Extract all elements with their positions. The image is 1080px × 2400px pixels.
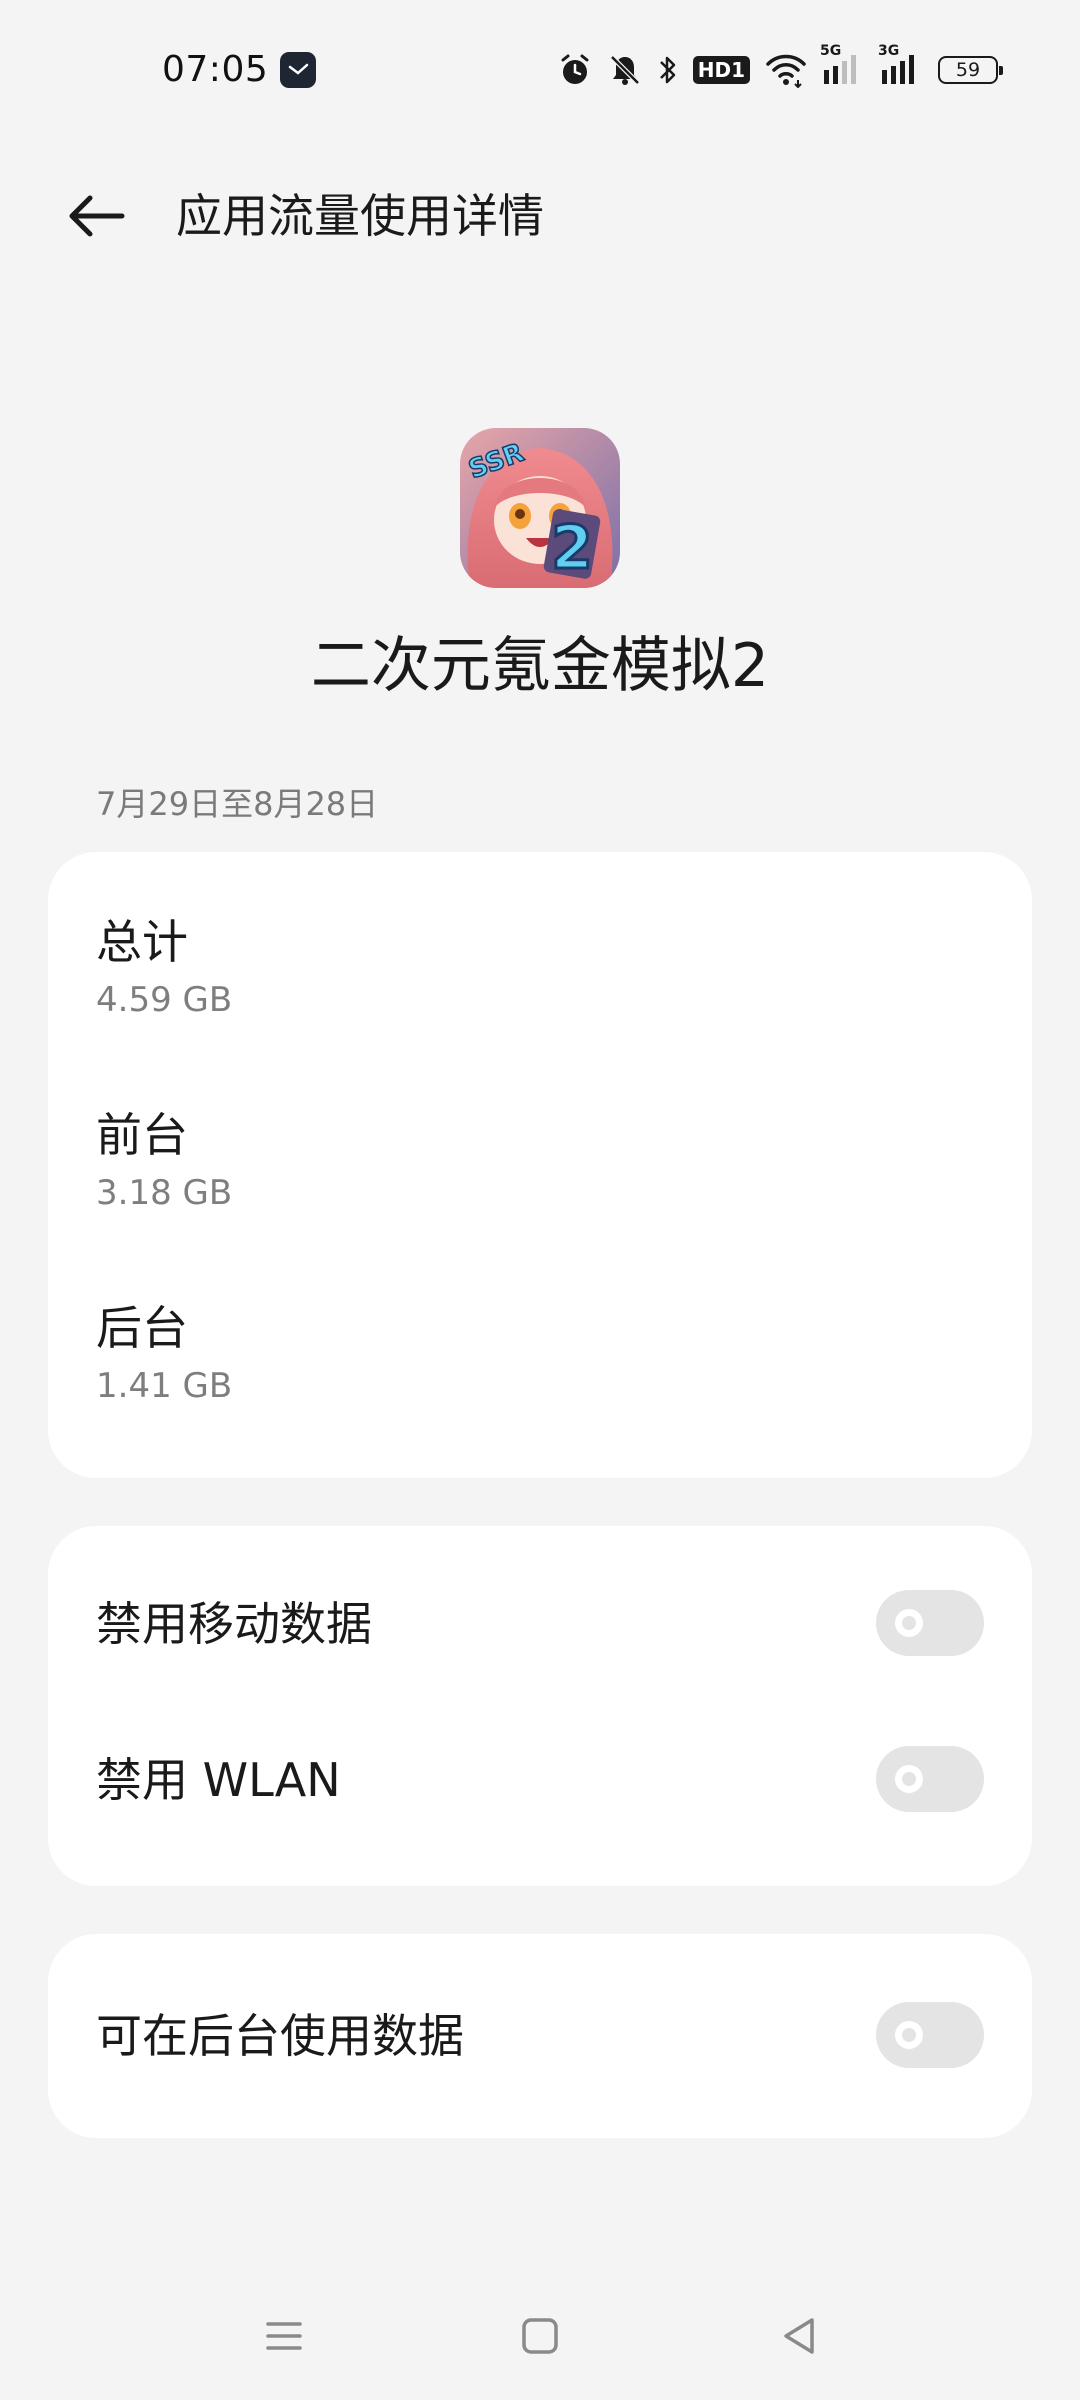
date-range: 7月29日至8月28日 [96, 785, 379, 823]
disable-wlan-label: 禁用 WLAN [96, 1753, 341, 1807]
back-arrow-icon [69, 195, 125, 237]
mute-icon [609, 55, 640, 85]
usage-foreground: 前台 3.18 GB [96, 1105, 232, 1215]
home-button[interactable] [510, 2306, 570, 2366]
app-icon: 2 SSR [460, 428, 620, 588]
back-button[interactable] [60, 180, 132, 252]
alarm-icon [561, 54, 589, 84]
navigation-bar [0, 2290, 1080, 2380]
usage-card: 总计 4.59 GB 前台 3.18 GB 后台 1.41 GB [48, 852, 1032, 1478]
svg-text:2: 2 [551, 513, 593, 583]
battery-level: 59 [955, 59, 981, 81]
signal-3g-icon: 3G [878, 44, 924, 90]
disable-mobile-data-label: 禁用移动数据 [96, 1597, 372, 1651]
back-icon [784, 2318, 814, 2354]
usage-total: 总计 4.59 GB [96, 912, 232, 1022]
usage-foreground-label: 前台 [96, 1108, 188, 1162]
background-data-label: 可在后台使用数据 [96, 2009, 464, 2063]
disable-wlan-switch[interactable] [876, 1746, 984, 1812]
background-data-switch[interactable] [876, 2002, 984, 2068]
disable-mobile-data-row[interactable]: 禁用移动数据 [48, 1564, 1032, 1684]
status-bar: 07:05 HD1 5G 3G 59 [0, 0, 1080, 140]
bluetooth-icon [659, 56, 675, 84]
usage-background: 后台 1.41 GB [96, 1298, 232, 1408]
app-name: 二次元氪金模拟2 [310, 631, 770, 701]
clock-app-icon [280, 52, 316, 88]
home-icon [522, 2318, 558, 2354]
status-icons: HD1 5G 3G 59 [557, 44, 1003, 90]
page-title: 应用流量使用详情 [176, 189, 544, 243]
status-time: 07:05 [162, 49, 269, 90]
recent-apps-button[interactable] [254, 2306, 314, 2366]
restriction-card: 禁用移动数据 禁用 WLAN [48, 1526, 1032, 1886]
switch-knob [895, 2021, 923, 2049]
menu-icon [266, 2322, 302, 2350]
background-data-card: 可在后台使用数据 [48, 1934, 1032, 2138]
usage-foreground-value: 3.18 GB [96, 1173, 233, 1213]
hd-icon: HD1 [692, 56, 750, 84]
disable-mobile-data-switch[interactable] [876, 1590, 984, 1656]
background-data-row[interactable]: 可在后台使用数据 [48, 1976, 1032, 2096]
usage-total-label: 总计 [96, 915, 188, 969]
switch-knob [895, 1609, 923, 1637]
wifi-icon [766, 54, 806, 88]
usage-background-label: 后台 [96, 1301, 188, 1355]
switch-knob [895, 1765, 923, 1793]
usage-background-value: 1.41 GB [96, 1366, 233, 1406]
battery-icon: 59 [938, 56, 1003, 84]
signal-5g-icon: 5G [820, 44, 866, 90]
nav-back-button[interactable] [770, 2306, 830, 2366]
disable-wlan-row[interactable]: 禁用 WLAN [48, 1720, 1032, 1840]
usage-total-value: 4.59 GB [96, 980, 233, 1020]
